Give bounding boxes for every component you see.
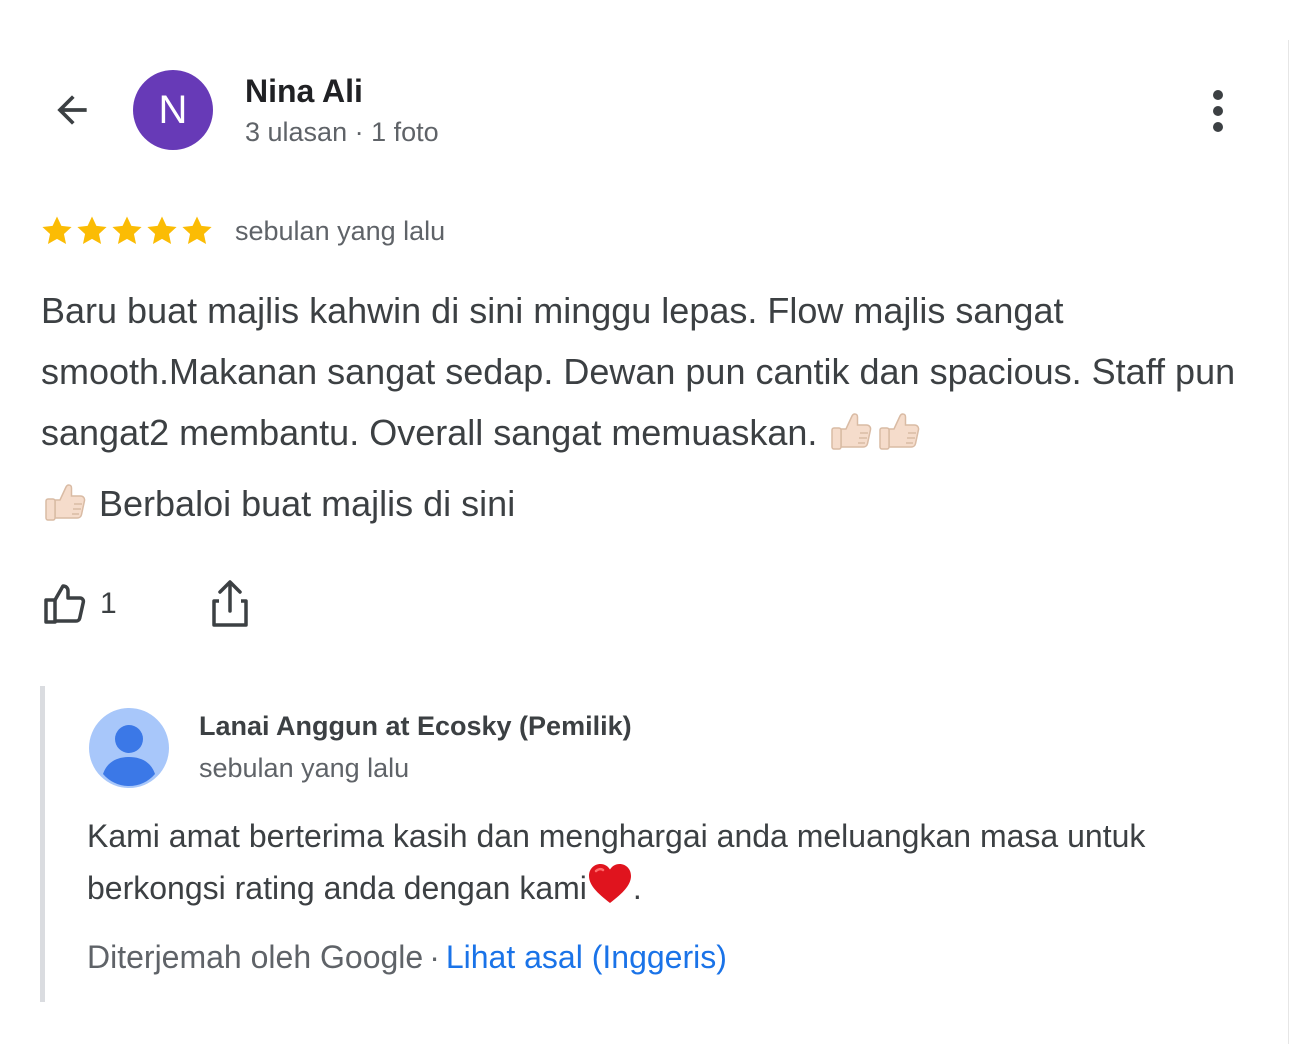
share-icon: [212, 580, 248, 627]
thumbs-up-emoji: [827, 407, 875, 473]
review-text-part1: Baru buat majlis kahwin di sini minggu l…: [41, 290, 1236, 453]
star-rating: [40, 214, 215, 248]
review-date: sebulan yang lalu: [235, 215, 446, 246]
like-count: 1: [100, 587, 117, 620]
thumbs-up-emoji: [41, 478, 89, 544]
more-options-button[interactable]: [1196, 84, 1240, 138]
review-text: Baru buat majlis kahwin di sini minggu l…: [41, 280, 1251, 544]
translated-by-label: Diterjemah oleh Google: [87, 939, 424, 975]
owner-reply-date: sebulan yang lalu: [199, 753, 410, 783]
owner-name: Lanai Anggun at Ecosky (Pemilik): [199, 711, 632, 741]
star-icon: [112, 216, 142, 245]
reviewer-name[interactable]: Nina Ali: [245, 72, 363, 110]
rating-row: sebulan yang lalu: [40, 210, 445, 252]
owner-reply: Lanai Anggun at Ecosky (Pemilik) sebulan…: [40, 686, 1245, 1002]
star-icon: [77, 216, 107, 245]
thumbs-up-emoji: [875, 407, 923, 473]
star-icon: [147, 216, 177, 245]
red-heart-emoji: [587, 863, 633, 920]
owner-reply-text-part2: .: [632, 870, 642, 906]
see-original-link[interactable]: Lihat asal (Inggeris): [446, 939, 727, 975]
avatar-letter: N: [158, 87, 188, 132]
reviewer-avatar[interactable]: N: [133, 70, 213, 150]
arrow-back-icon: [57, 95, 87, 125]
share-button[interactable]: [206, 576, 254, 632]
reviewer-meta: 3 ulasan · 1 foto: [245, 117, 439, 147]
review-header: N Nina Ali 3 ulasan · 1 foto: [0, 0, 1290, 200]
like-button[interactable]: 1: [40, 576, 117, 632]
person-avatar-icon: [89, 708, 169, 788]
star-icon: [42, 216, 72, 245]
star-icon: [182, 216, 212, 245]
back-button[interactable]: [42, 80, 102, 140]
thumb-up-icon: [44, 584, 86, 624]
review-text-part2: Berbaloi buat majlis di sini: [89, 483, 516, 524]
owner-reply-text: Kami amat berterima kasih dan menghargai…: [87, 810, 1207, 920]
translation-row: Diterjemah oleh Google · Lihat asal (Ingge…: [87, 936, 727, 978]
separator-dot: ·: [429, 939, 440, 975]
more-vert-icon: [1213, 90, 1223, 132]
